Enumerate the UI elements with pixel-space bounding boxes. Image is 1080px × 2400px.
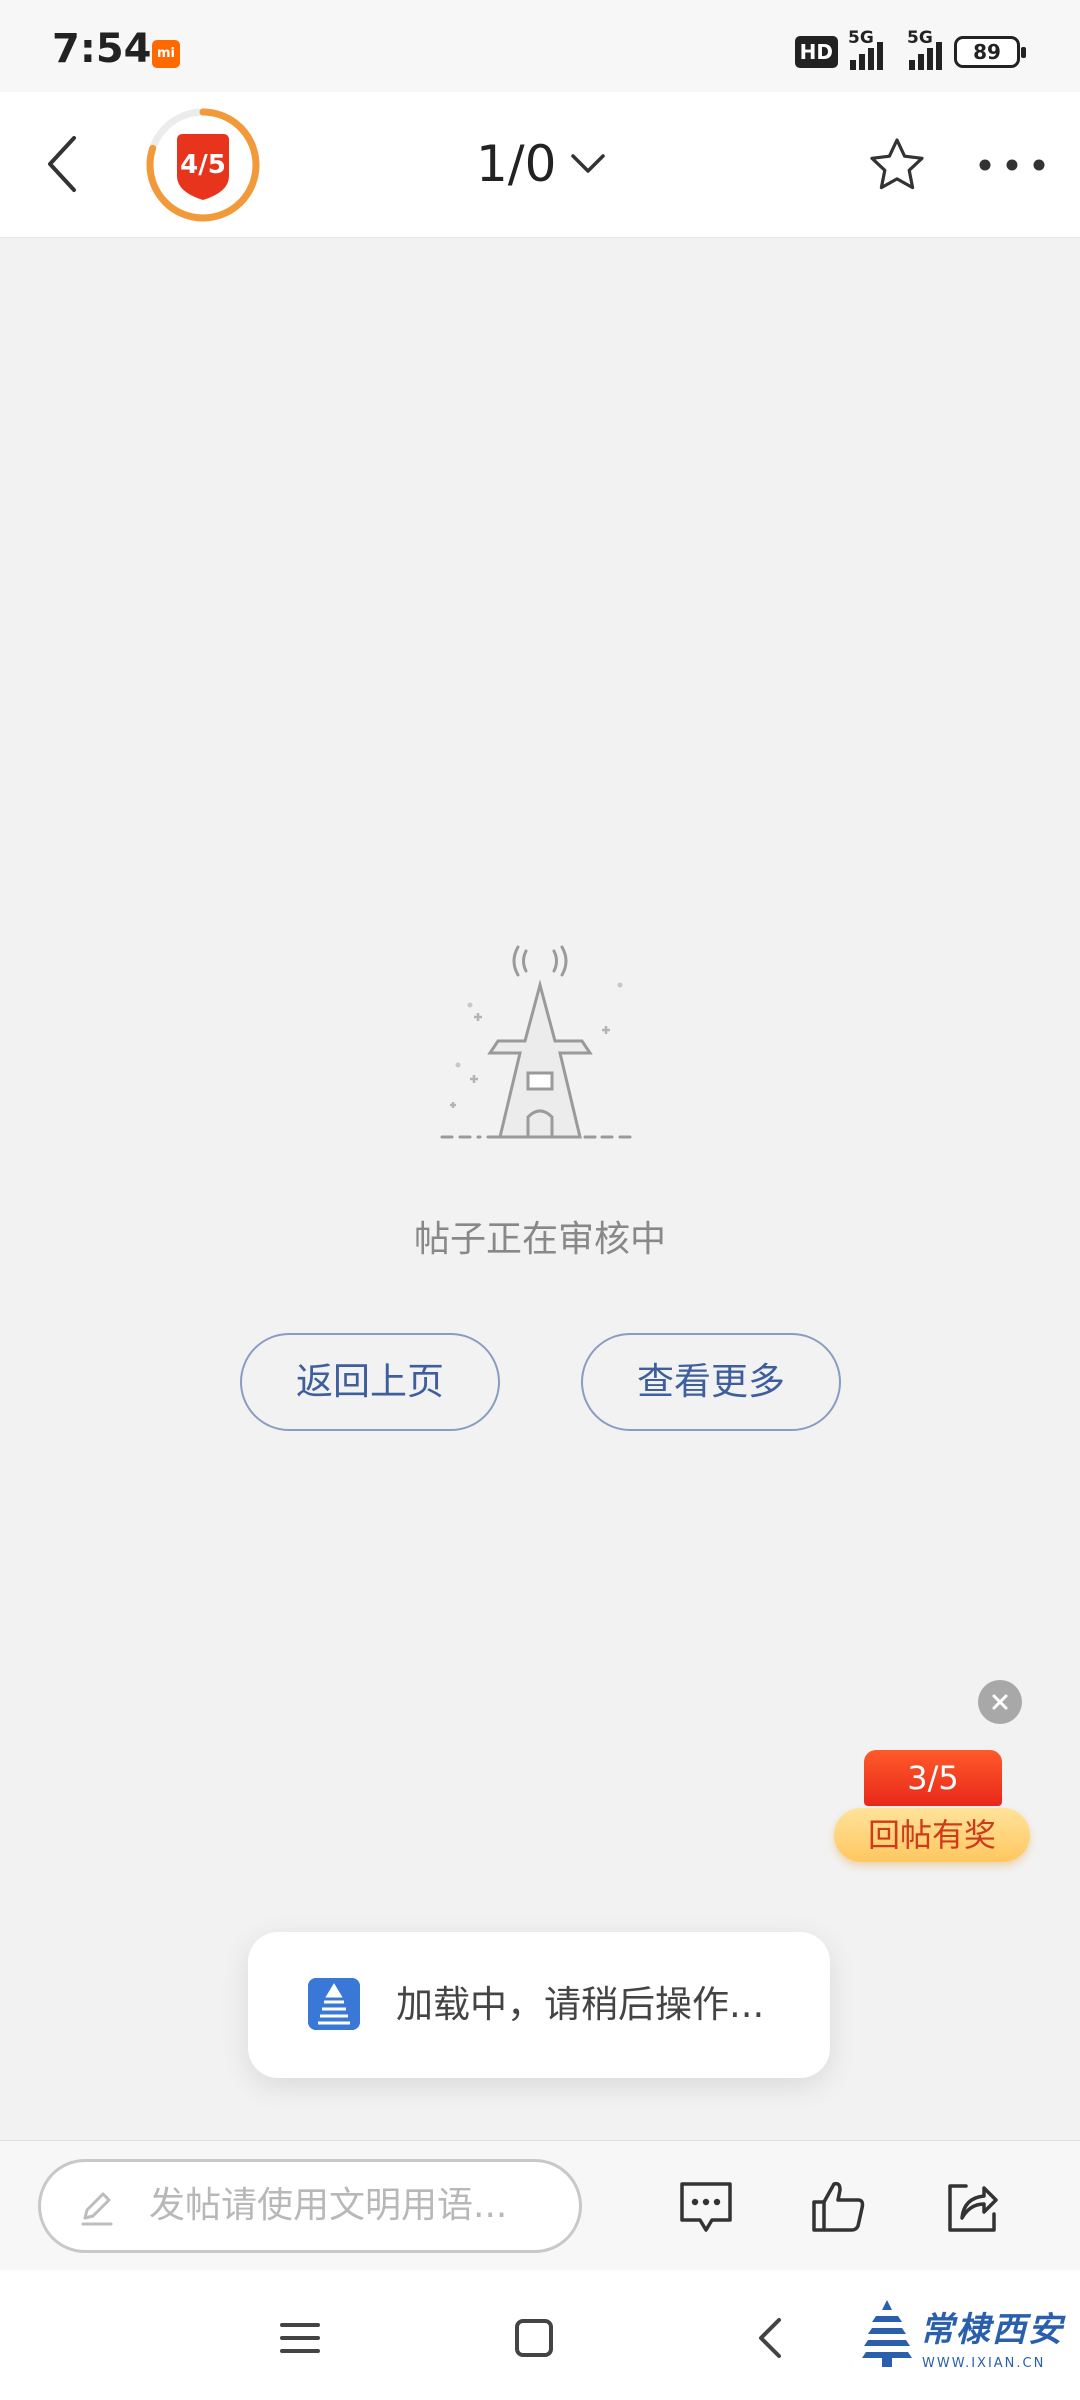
system-back-button[interactable] bbox=[738, 2306, 802, 2370]
page-indicator: 1/0 bbox=[476, 135, 557, 193]
progress-label: 4/5 bbox=[180, 150, 226, 180]
comment-icon bbox=[680, 2182, 732, 2232]
chevron-down-icon bbox=[571, 154, 606, 173]
home-button[interactable] bbox=[502, 2306, 566, 2370]
pen-icon bbox=[81, 2192, 113, 2226]
bottom-action-bar: 发帖请使用文明用语... bbox=[0, 2140, 1080, 2270]
more-button[interactable] bbox=[972, 130, 1052, 200]
watermark-url: WWW.IXIAN.CN bbox=[922, 2356, 1046, 2371]
page-selector[interactable]: 1/0 bbox=[476, 134, 606, 194]
close-reward-button[interactable] bbox=[978, 1680, 1022, 1724]
view-more-button[interactable]: 查看更多 bbox=[581, 1333, 841, 1431]
share-icon bbox=[948, 2184, 998, 2232]
toast-text: 加载中，请稍后操作... bbox=[396, 1983, 765, 2026]
signal-tower-illustration bbox=[440, 945, 640, 1139]
recent-apps-button[interactable] bbox=[268, 2306, 332, 2370]
status-time: 7:54 bbox=[52, 26, 152, 72]
battery-icon: 89 bbox=[954, 36, 1026, 68]
comment-button[interactable] bbox=[668, 2169, 744, 2245]
home-icon bbox=[515, 2319, 553, 2357]
app-logo-icon bbox=[308, 1978, 360, 2030]
reply-input[interactable]: 发帖请使用文明用语... bbox=[38, 2159, 582, 2253]
status-bar: 7:54 mi HD 5G 5G 89 bbox=[0, 0, 1080, 92]
signal-icon-1: 5G bbox=[848, 28, 883, 70]
reply-placeholder: 发帖请使用文明用语... bbox=[149, 2185, 508, 2226]
hd-voice-icon: HD bbox=[794, 36, 838, 68]
back-icon bbox=[48, 136, 76, 192]
watermark: 常棣西安 WWW.IXIAN.CN bbox=[862, 2294, 1068, 2378]
go-back-button[interactable]: 返回上页 bbox=[240, 1333, 500, 1431]
watermark-title: 常棣西安 bbox=[920, 2310, 1064, 2350]
share-button[interactable] bbox=[934, 2169, 1010, 2245]
like-button[interactable] bbox=[800, 2169, 876, 2245]
reward-count: 3/5 bbox=[864, 1750, 1002, 1806]
empty-state-message: 帖子正在审核中 bbox=[413, 1219, 666, 1260]
status-right: HD 5G 5G 89 bbox=[794, 28, 1026, 74]
watermark-logo-icon bbox=[862, 2300, 912, 2367]
loading-toast: 加载中，请稍后操作... bbox=[248, 1932, 830, 2078]
favorite-button[interactable] bbox=[862, 130, 932, 200]
reading-progress-badge[interactable]: 4/5 bbox=[144, 106, 262, 224]
nav-back-icon bbox=[759, 2318, 781, 2358]
nav-header: 4/5 1/0 bbox=[0, 92, 1080, 238]
signal-icon-2: 5G bbox=[907, 28, 942, 70]
close-icon bbox=[992, 1694, 1008, 1710]
mi-notification-icon: mi bbox=[152, 40, 180, 68]
system-navigation-bar: 常棣西安 WWW.IXIAN.CN bbox=[0, 2270, 1080, 2400]
star-icon bbox=[870, 138, 924, 190]
page: 7:54 mi HD 5G 5G 89 4/5 1/0 帖子正在审核中 返回上页… bbox=[0, 0, 1080, 2400]
menu-icon bbox=[280, 2323, 320, 2353]
more-icon bbox=[979, 159, 1045, 171]
reward-label: 回帖有奖 bbox=[834, 1808, 1030, 1862]
back-button[interactable] bbox=[26, 128, 98, 200]
reply-reward-badge[interactable]: 3/5 回帖有奖 bbox=[834, 1750, 1030, 1866]
like-icon bbox=[812, 2181, 865, 2232]
